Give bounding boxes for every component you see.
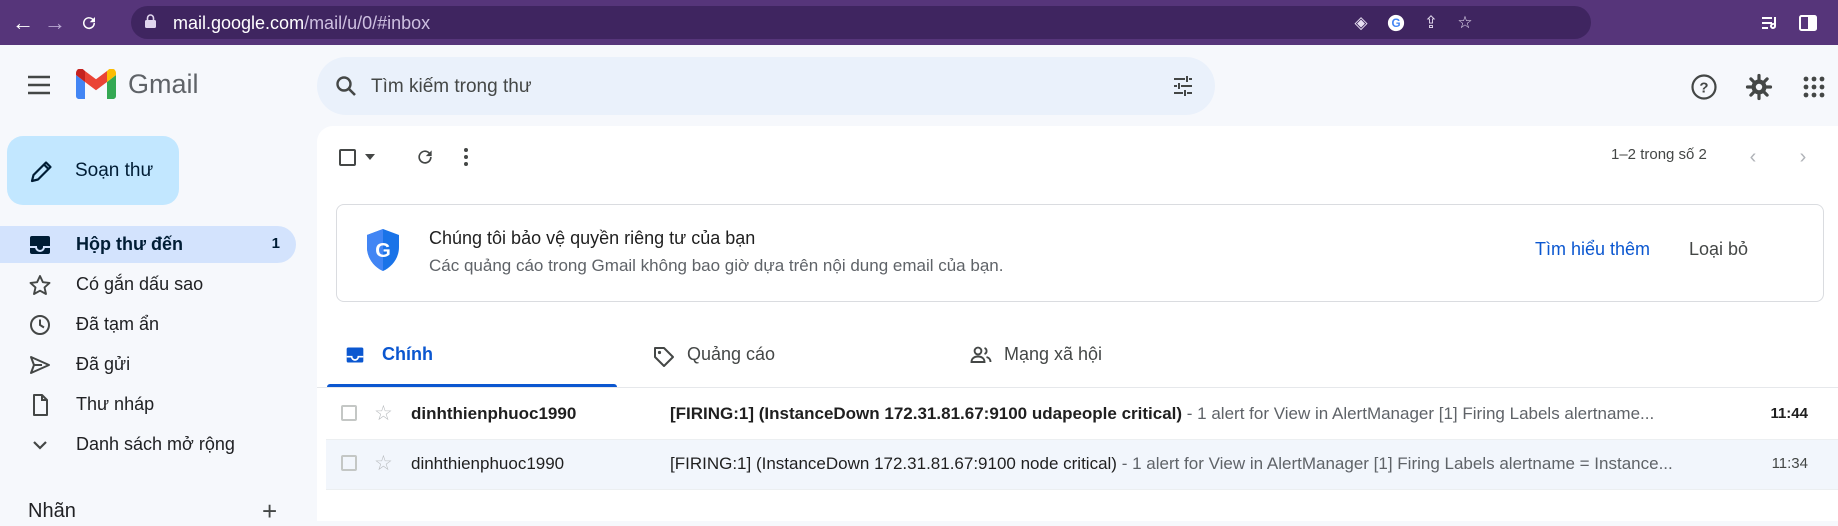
email-subject: [FIRING:1] (InstanceDown 172.31.81.67:91… — [670, 454, 1117, 473]
gmail-logo-text: Gmail — [128, 69, 199, 99]
compose-button[interactable]: Soạn thư — [7, 136, 179, 205]
sidebar-item-label: Hộp thư đến — [76, 234, 184, 254]
forward-icon[interactable]: → — [40, 8, 70, 38]
sidebar-item-label: Có gắn dấu sao — [76, 274, 204, 294]
send-icon — [30, 356, 50, 374]
sidebar-item-label: Danh sách mở rộng — [76, 434, 235, 454]
email-snippet: - 1 alert for View in AlertManager [1] F… — [1182, 404, 1655, 423]
apps-grid-icon[interactable] — [1798, 71, 1830, 103]
refresh-icon[interactable] — [415, 143, 435, 171]
compose-label: Soạn thư — [75, 160, 154, 181]
sidebar-item-label: Đã tạm ẩn — [76, 314, 160, 334]
inbox-icon — [30, 236, 50, 254]
row-checkbox[interactable] — [341, 405, 357, 421]
unread-count-badge: 1 — [271, 235, 280, 252]
learn-more-link[interactable]: Tìm hiểu thêm — [1535, 239, 1650, 260]
message-list-panel: 1–2 trong số 2 ‹ › G Chúng tôi bảo vệ qu… — [317, 126, 1838, 521]
search-input[interactable] — [369, 72, 1073, 102]
search-options-icon[interactable] — [1171, 74, 1195, 98]
email-sender: dinhthienphuoc1990 — [411, 404, 577, 423]
add-label-icon[interactable]: + — [262, 498, 277, 524]
email-time: 11:34 — [1771, 455, 1808, 472]
star-icon[interactable]: ☆ — [374, 402, 393, 426]
tabs-divider — [317, 387, 1838, 388]
google-icon[interactable]: G — [1384, 11, 1408, 35]
star-icon — [29, 275, 51, 295]
svg-text:G: G — [375, 240, 391, 262]
reload-icon[interactable] — [74, 8, 104, 38]
tag-icon — [654, 347, 674, 367]
side-panel-icon[interactable] — [1793, 8, 1823, 38]
pencil-icon — [30, 161, 52, 183]
svg-text:?: ? — [1699, 80, 1708, 97]
pagination-text: 1–2 trong số 2 — [1611, 146, 1707, 163]
table-row[interactable]: ☆ dinhthienphuoc1990 [FIRING:1] (Instanc… — [326, 390, 1838, 440]
email-subject: [FIRING:1] (InstanceDown 172.31.81.67:91… — [670, 404, 1183, 423]
sidebar-item-label: Thư nháp — [76, 394, 155, 414]
gmail-logo-icon[interactable] — [76, 69, 116, 99]
people-icon — [970, 346, 992, 363]
sidebar-item-sent[interactable]: Đã gửi — [0, 346, 296, 383]
banner-title: Chúng tôi bảo vệ quyền riêng tư của bạn — [429, 228, 756, 248]
settings-gear-icon[interactable] — [1743, 71, 1775, 103]
privacy-banner: G Chúng tôi bảo vệ quyền riêng tư của bạ… — [336, 204, 1824, 302]
email-subject-line: [FIRING:1] (InstanceDown 172.31.81.67:91… — [670, 404, 1700, 424]
tab-promotions[interactable]: Quảng cáo — [637, 325, 927, 387]
checkbox-icon — [339, 148, 356, 166]
chevron-right-icon[interactable]: › — [1791, 145, 1815, 169]
clock-icon — [30, 315, 50, 335]
select-all-checkbox[interactable] — [339, 143, 375, 171]
tab-label: Mạng xã hội — [1004, 344, 1103, 364]
caret-down-icon — [365, 154, 375, 160]
tab-label: Chính — [382, 344, 433, 364]
url-text: mail.google.com/mail/u/0/#inbox — [173, 13, 431, 33]
address-bar[interactable]: mail.google.com/mail/u/0/#inbox ◈ G ⇪ ☆ — [131, 6, 1591, 39]
bookmark-star-icon[interactable]: ☆ — [1453, 11, 1477, 35]
labels-heading: Nhãn — [28, 500, 76, 522]
help-icon[interactable]: ? — [1688, 71, 1720, 103]
back-icon[interactable]: ← — [8, 8, 38, 38]
extension-eye-icon[interactable]: ◈ — [1349, 11, 1373, 35]
inbox-icon — [346, 347, 364, 363]
draft-icon — [33, 394, 48, 416]
reading-list-icon[interactable] — [1755, 8, 1785, 38]
browser-toolbar: ← → mail.google.com/mail/u/0/#inbox ◈ G … — [0, 0, 1838, 45]
tab-primary[interactable]: Chính — [327, 325, 617, 387]
email-subject-line: [FIRING:1] (InstanceDown 172.31.81.67:91… — [670, 454, 1700, 474]
main-menu-icon[interactable] — [26, 74, 52, 96]
chevron-down-icon — [33, 441, 47, 450]
tab-social[interactable]: Mạng xã hội — [947, 325, 1237, 387]
lock-icon — [145, 14, 156, 28]
sidebar-item-inbox[interactable]: Hộp thư đến 1 — [0, 226, 296, 263]
shield-icon: G — [367, 229, 399, 271]
star-icon[interactable]: ☆ — [374, 452, 393, 476]
table-row[interactable]: ☆ dinhthienphuoc1990 [FIRING:1] (Instanc… — [326, 440, 1838, 490]
email-time: 11:44 — [1770, 405, 1808, 422]
banner-subtitle: Các quảng cáo trong Gmail không bao giờ … — [429, 256, 1004, 275]
dismiss-button[interactable]: Loại bỏ — [1689, 239, 1748, 260]
tab-label: Quảng cáo — [687, 344, 776, 364]
search-bar — [317, 57, 1215, 115]
email-sender: dinhthienphuoc1990 — [411, 454, 565, 473]
sidebar-item-starred[interactable]: Có gắn dấu sao — [0, 266, 296, 303]
more-options-icon[interactable] — [463, 143, 469, 171]
sidebar-item-more[interactable]: Danh sách mở rộng — [0, 426, 296, 463]
email-snippet: - 1 alert for View in AlertManager [1] F… — [1116, 454, 1673, 473]
sidebar-item-label: Đã gửi — [76, 354, 131, 374]
sidebar-item-snoozed[interactable]: Đã tạm ẩn — [0, 306, 296, 343]
sidebar-item-drafts[interactable]: Thư nháp — [0, 386, 296, 423]
svg-text:G: G — [1391, 17, 1400, 30]
chevron-left-icon[interactable]: ‹ — [1741, 145, 1765, 169]
search-icon[interactable] — [334, 74, 358, 98]
share-icon[interactable]: ⇪ — [1419, 11, 1443, 35]
row-checkbox[interactable] — [341, 455, 357, 471]
